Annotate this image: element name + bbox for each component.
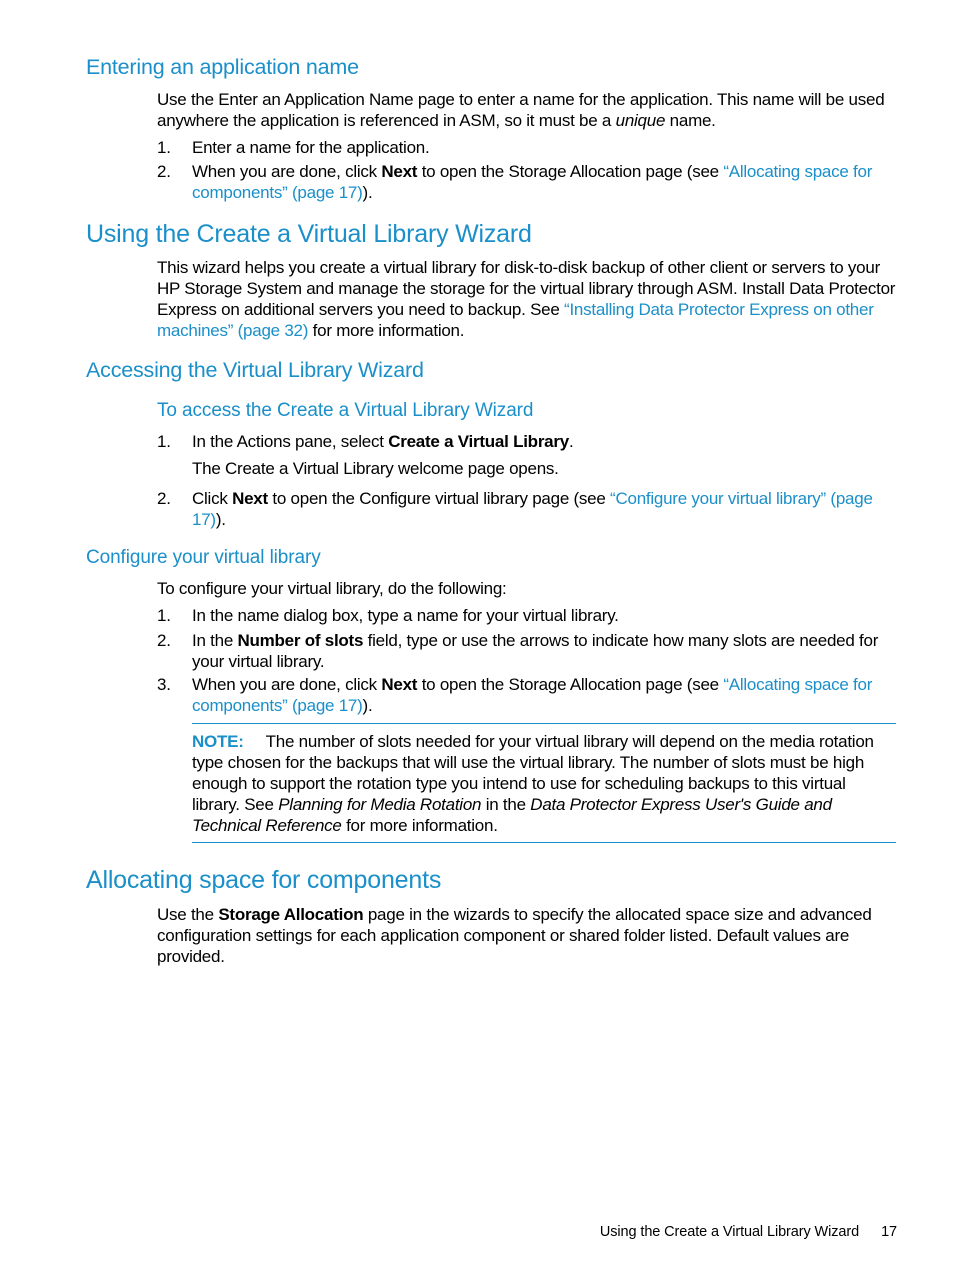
list-number: 1. xyxy=(157,432,171,451)
text: for more information. xyxy=(341,816,498,835)
text: . xyxy=(568,432,574,451)
list-text: In the name dialog box, type a name for … xyxy=(192,606,619,625)
list-number: 1. xyxy=(157,606,171,625)
footer-title: Using the Create a Virtual Library Wizar… xyxy=(599,1224,860,1240)
paragraph-using-wizard: This wizard helps you create a virtual l… xyxy=(157,257,899,341)
list-item: 2. When you are done, click Next to open… xyxy=(157,161,899,203)
paragraph-entering-name-intro: Use the Enter an Application Name page t… xyxy=(157,89,899,131)
bold-next: Next xyxy=(381,675,418,694)
bold-next: Next xyxy=(381,162,418,181)
list-item: 3. When you are done, click Next to open… xyxy=(157,674,899,716)
list-item: 1. In the Actions pane, select Create a … xyxy=(157,431,899,452)
heading-entering-application-name: Entering an application name xyxy=(86,55,359,79)
text: to open the Storage Allocation page (see xyxy=(417,675,724,694)
page-footer: Using the Create a Virtual Library Wizar… xyxy=(600,1222,897,1242)
bold-next: Next xyxy=(232,489,268,508)
page-number: 17 xyxy=(881,1224,897,1240)
list-text: When you are done, click Next to open th… xyxy=(192,161,899,203)
list-number: 1. xyxy=(157,138,171,157)
list-number: 3. xyxy=(157,675,171,694)
text: When you are done, click xyxy=(192,675,382,694)
list-item-followup: The Create a Virtual Library welcome pag… xyxy=(157,458,899,479)
list-item: 1. In the name dialog box, type a name f… xyxy=(157,605,899,626)
text: When you are done, click xyxy=(192,162,382,181)
text: In the Actions pane, select xyxy=(192,432,389,451)
list-number: 2. xyxy=(157,489,171,508)
list-text: Enter a name for the application. xyxy=(192,138,430,157)
text: to open the Storage Allocation page (see xyxy=(417,162,724,181)
list-number: 2. xyxy=(157,631,171,650)
list-followup-text: The Create a Virtual Library welcome pag… xyxy=(192,459,559,478)
text: Use the xyxy=(157,905,219,924)
list-text: In the Number of slots field, type or us… xyxy=(192,630,899,672)
paragraph-allocating-space: Use the Storage Allocation page in the w… xyxy=(157,904,899,967)
list-number: 2. xyxy=(157,162,171,181)
text: ). xyxy=(215,510,226,529)
text: In the xyxy=(192,631,238,650)
heading-accessing-virtual-library-wizard: Accessing the Virtual Library Wizard xyxy=(86,358,424,382)
text: in the xyxy=(481,795,531,814)
text: to open the Configure virtual library pa… xyxy=(267,489,611,508)
list-item: 2. Click Next to open the Configure virt… xyxy=(157,488,899,530)
bold-number-of-slots: Number of slots xyxy=(237,631,364,650)
note-box: NOTE: The number of slots needed for your… xyxy=(192,723,896,843)
document-page: Entering an application name Use the Ent… xyxy=(0,0,954,1271)
note-text: NOTE: The number of slots needed for your… xyxy=(192,731,896,836)
emphasis-unique: unique xyxy=(615,111,666,130)
note-label: NOTE: xyxy=(192,732,244,751)
list-text: Click Next to open the Configure virtual… xyxy=(192,488,899,530)
text: Click xyxy=(192,489,233,508)
list-item: 2. In the Number of slots field, type or… xyxy=(157,630,899,672)
list-text: In the Actions pane, select Create a Vir… xyxy=(192,431,899,452)
heading-allocating-space-for-components: Allocating space for components xyxy=(86,866,442,894)
text: ). xyxy=(362,183,373,202)
bold-storage-allocation: Storage Allocation xyxy=(218,905,364,924)
text: ). xyxy=(362,696,373,715)
text: Use the Enter an Application Name page t… xyxy=(157,90,885,130)
heading-configure-virtual-library: Configure your virtual library xyxy=(86,547,321,568)
text: for more information. xyxy=(308,321,465,340)
emphasis-planning-media-rotation: Planning for Media Rotation xyxy=(278,795,482,814)
paragraph-configure-intro: To configure your virtual library, do th… xyxy=(157,579,507,598)
list-item: 1. Enter a name for the application. xyxy=(157,137,899,158)
subheading-to-access-wizard: To access the Create a Virtual Library W… xyxy=(157,400,534,421)
bold-create-virtual-library: Create a Virtual Library xyxy=(388,432,569,451)
text: name. xyxy=(665,111,716,130)
heading-using-create-virtual-library-wizard: Using the Create a Virtual Library Wizar… xyxy=(86,220,532,248)
list-text: When you are done, click Next to open th… xyxy=(192,674,899,716)
